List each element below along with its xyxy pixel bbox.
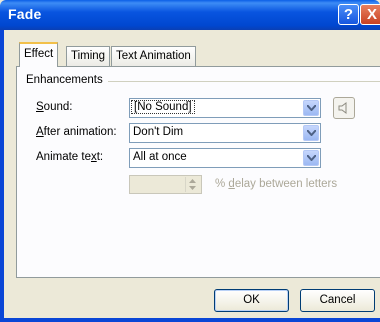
delay-label: % delay between letters bbox=[215, 178, 337, 190]
help-button[interactable]: ? bbox=[338, 4, 359, 25]
cancel-button[interactable]: Cancel bbox=[300, 289, 375, 312]
delay-label-rest: elay between letters bbox=[234, 178, 338, 190]
dropdown-arrow-icon[interactable] bbox=[303, 125, 319, 141]
tab-timing[interactable]: Timing bbox=[66, 46, 111, 66]
spinner-buttons[interactable] bbox=[185, 177, 200, 192]
title-bar[interactable]: Fade ? X bbox=[0, 0, 380, 30]
group-label-enhancements: Enhancements bbox=[26, 74, 103, 86]
tab-effect[interactable]: Effect bbox=[19, 42, 59, 67]
sound-label-mnemonic: S bbox=[36, 101, 44, 113]
after-animation-value: Don't Dim bbox=[133, 126, 184, 138]
delay-label-prefix: % bbox=[215, 178, 229, 190]
spin-down-icon[interactable] bbox=[189, 186, 196, 190]
spin-up-icon[interactable] bbox=[189, 179, 196, 183]
window-frame-left bbox=[0, 30, 4, 322]
after-animation-label-rest: fter animation: bbox=[43, 126, 117, 138]
tab-text-animation[interactable]: Text Animation bbox=[111, 46, 196, 66]
sound-value: [No Sound] bbox=[131, 100, 195, 114]
group-divider bbox=[108, 81, 380, 82]
close-button[interactable]: X bbox=[360, 4, 380, 25]
after-animation-label-mnemonic: A bbox=[36, 126, 44, 138]
after-animation-label: After animation: bbox=[36, 126, 117, 138]
delay-spinner[interactable] bbox=[129, 175, 202, 194]
sound-label: Sound: bbox=[36, 101, 72, 113]
after-animation-dropdown[interactable]: Don't Dim bbox=[129, 123, 321, 143]
window-title: Fade bbox=[8, 6, 42, 22]
dropdown-arrow-icon[interactable] bbox=[303, 150, 319, 166]
dropdown-arrow-icon[interactable] bbox=[303, 100, 319, 116]
animate-text-label: Animate text: bbox=[36, 151, 103, 163]
speaker-icon bbox=[338, 102, 347, 114]
speaker-button[interactable] bbox=[333, 97, 355, 119]
animate-text-value: All at once bbox=[133, 151, 187, 163]
window-frame-bottom bbox=[0, 318, 380, 322]
sound-dropdown[interactable]: [No Sound] bbox=[129, 98, 321, 118]
ok-button[interactable]: OK bbox=[214, 289, 289, 312]
animate-text-dropdown[interactable]: All at once bbox=[129, 148, 321, 168]
animate-text-label-prefix: Animate te bbox=[36, 151, 91, 163]
sound-label-rest: ound: bbox=[43, 101, 73, 113]
animate-text-label-rest: t: bbox=[96, 151, 104, 163]
